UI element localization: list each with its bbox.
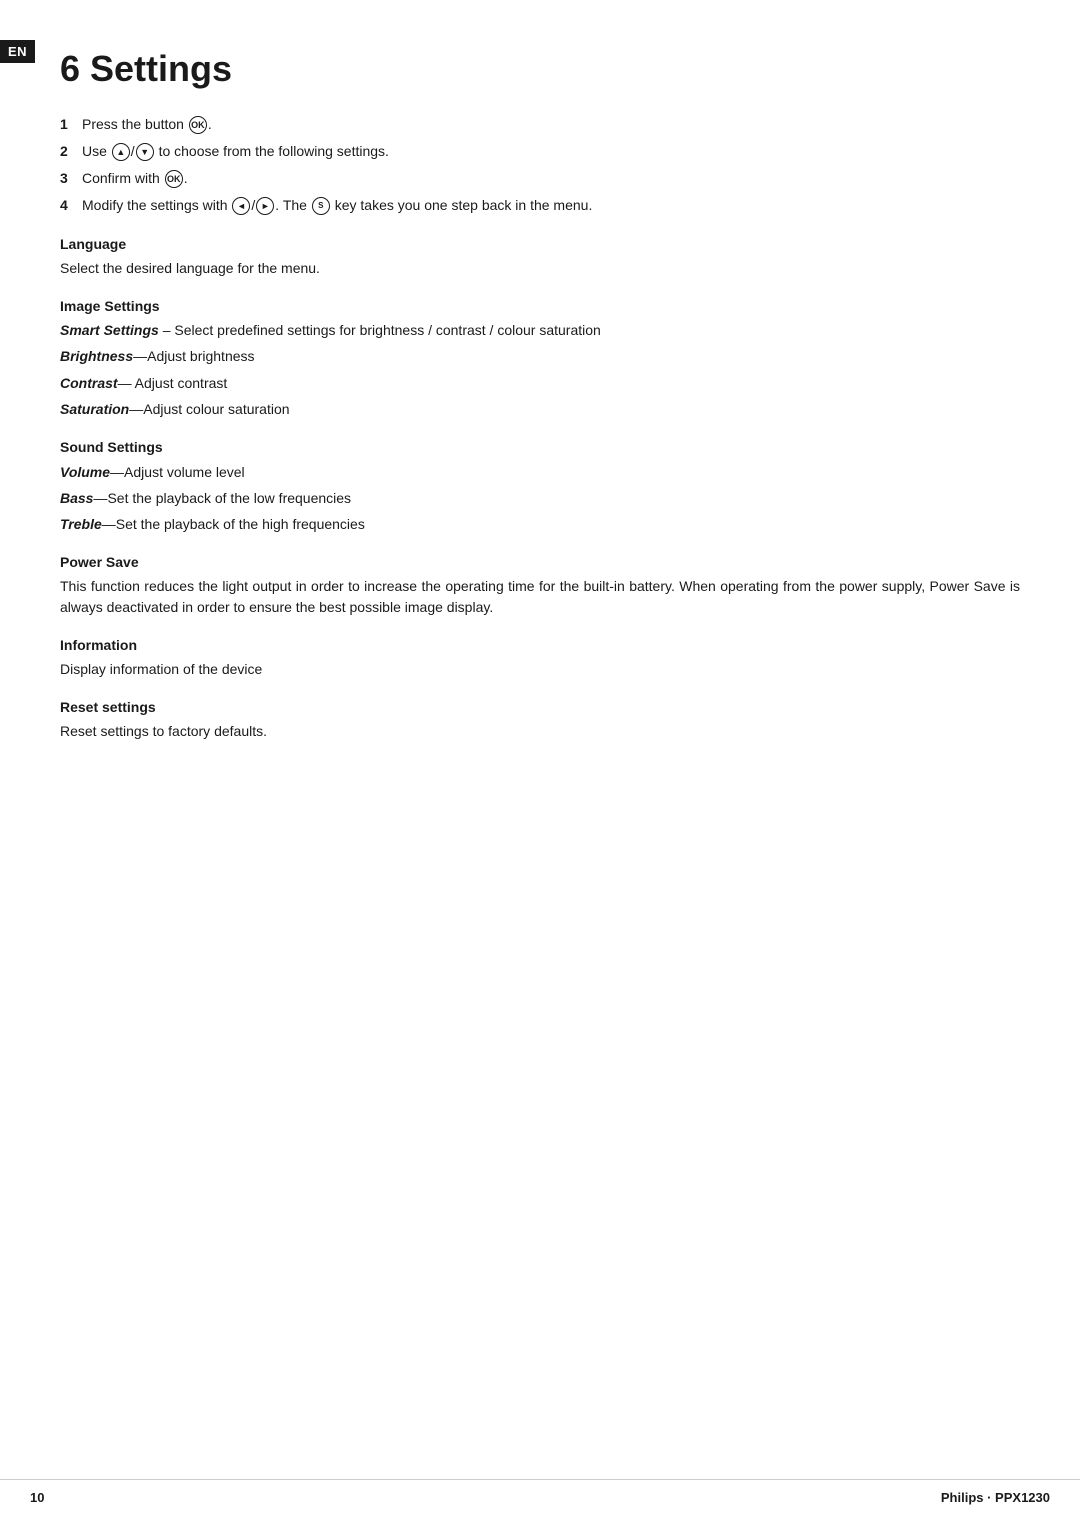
- language-heading: Language: [60, 236, 1020, 252]
- saturation-item: Saturation—Adjust colour saturation: [60, 398, 1020, 420]
- power-save-body: This function reduces the light output i…: [60, 576, 1020, 619]
- page-container: EN 6 Settings 1 Press the button OK. 2 U…: [0, 0, 1080, 1529]
- brightness-label: Brightness: [60, 348, 133, 364]
- saturation-label: Saturation: [60, 401, 129, 417]
- up-icon: ▲: [112, 143, 130, 161]
- language-badge: EN: [0, 40, 35, 63]
- page-title: 6 Settings: [60, 40, 1020, 90]
- content-area: 6 Settings 1 Press the button OK. 2 Use …: [60, 40, 1020, 742]
- contrast-label: Contrast: [60, 375, 118, 391]
- section-information: Information Display information of the d…: [60, 637, 1020, 681]
- section-sound-settings: Sound Settings Volume—Adjust volume leve…: [60, 439, 1020, 536]
- right-icon: ►: [256, 197, 274, 215]
- footer-page-number: 10: [30, 1490, 44, 1505]
- step-2-num: 2: [60, 141, 78, 162]
- image-settings-intro: Smart Settings – Select predefined setti…: [60, 320, 1020, 342]
- step-4-content: Modify the settings with ◄/►. The S key …: [82, 195, 1020, 216]
- reset-settings-heading: Reset settings: [60, 699, 1020, 715]
- footer-brand: Philips · PPX1230: [941, 1490, 1050, 1505]
- step-3: 3 Confirm with OK.: [60, 168, 1020, 189]
- bass-label: Bass: [60, 490, 93, 506]
- left-icon: ◄: [232, 197, 250, 215]
- brightness-item: Brightness—Adjust brightness: [60, 345, 1020, 367]
- bass-item: Bass—Set the playback of the low frequen…: [60, 487, 1020, 509]
- contrast-item: Contrast— Adjust contrast: [60, 372, 1020, 394]
- ok-icon-2: OK: [165, 170, 183, 188]
- smart-settings-label: Smart Settings: [60, 322, 159, 338]
- step-1-content: Press the button OK.: [82, 114, 1020, 135]
- steps-list: 1 Press the button OK. 2 Use ▲/▼ to choo…: [60, 114, 1020, 216]
- section-power-save: Power Save This function reduces the lig…: [60, 554, 1020, 619]
- section-reset-settings: Reset settings Reset settings to factory…: [60, 699, 1020, 743]
- information-body: Display information of the device: [60, 659, 1020, 681]
- step-1-num: 1: [60, 114, 78, 135]
- power-save-heading: Power Save: [60, 554, 1020, 570]
- step-3-num: 3: [60, 168, 78, 189]
- s-icon: S: [312, 197, 330, 215]
- image-settings-heading: Image Settings: [60, 298, 1020, 314]
- reset-settings-body: Reset settings to factory defaults.: [60, 721, 1020, 743]
- step-3-content: Confirm with OK.: [82, 168, 1020, 189]
- sound-settings-heading: Sound Settings: [60, 439, 1020, 455]
- step-1: 1 Press the button OK.: [60, 114, 1020, 135]
- treble-item: Treble—Set the playback of the high freq…: [60, 513, 1020, 535]
- volume-label: Volume: [60, 464, 110, 480]
- treble-label: Treble: [60, 516, 102, 532]
- step-2: 2 Use ▲/▼ to choose from the following s…: [60, 141, 1020, 162]
- ok-icon-1: OK: [189, 116, 207, 134]
- section-image-settings: Image Settings Smart Settings – Select p…: [60, 298, 1020, 421]
- step-4: 4 Modify the settings with ◄/►. The S ke…: [60, 195, 1020, 216]
- information-heading: Information: [60, 637, 1020, 653]
- section-language: Language Select the desired language for…: [60, 236, 1020, 280]
- footer: 10 Philips · PPX1230: [0, 1479, 1080, 1505]
- step-2-content: Use ▲/▼ to choose from the following set…: [82, 141, 1020, 162]
- language-body: Select the desired language for the menu…: [60, 258, 1020, 280]
- volume-item: Volume—Adjust volume level: [60, 461, 1020, 483]
- step-4-num: 4: [60, 195, 78, 216]
- down-icon: ▼: [136, 143, 154, 161]
